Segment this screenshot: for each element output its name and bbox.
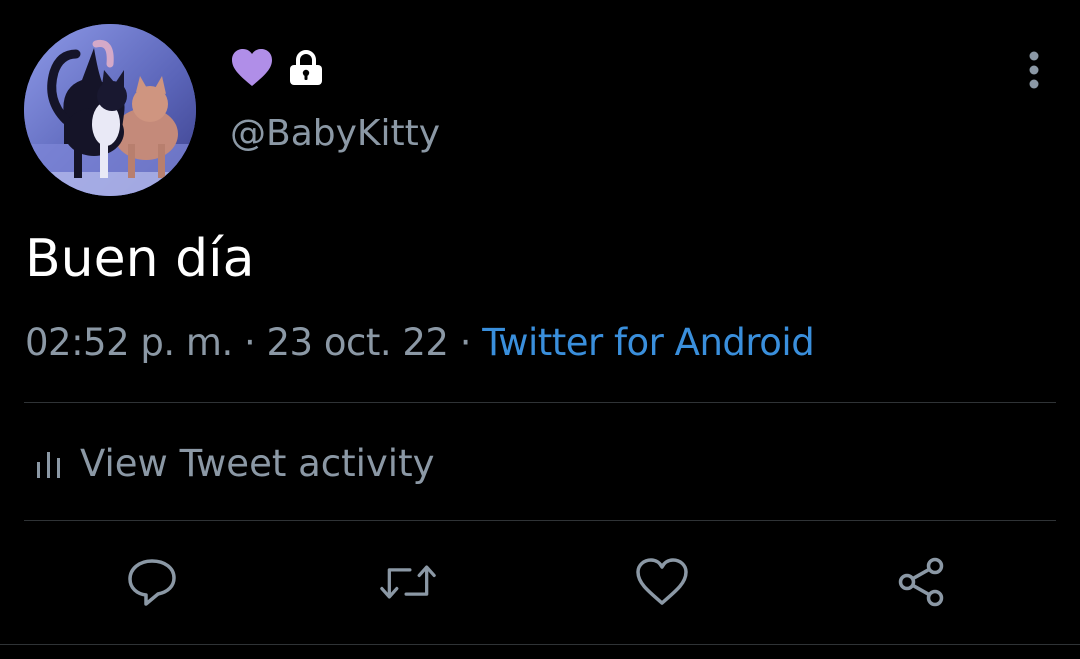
tweet-date: 23 oct. 22	[266, 321, 449, 364]
avatar[interactable]	[24, 24, 196, 196]
divider	[24, 520, 1056, 521]
tweet-text: Buen día	[25, 229, 255, 289]
reply-icon	[128, 559, 176, 606]
share-button[interactable]	[893, 554, 949, 610]
purple-heart-icon	[230, 48, 274, 92]
divider	[24, 402, 1056, 403]
retweet-button[interactable]	[380, 554, 436, 610]
share-icon	[898, 557, 944, 607]
more-options-button[interactable]	[1014, 50, 1054, 90]
more-vertical-icon	[1029, 51, 1039, 89]
view-tweet-activity-button[interactable]: View Tweet activity	[36, 436, 434, 490]
heart-outline-icon	[636, 558, 688, 605]
divider	[0, 644, 1080, 645]
retweet-icon	[380, 565, 436, 599]
tweet-source-link[interactable]: Twitter for Android	[482, 321, 814, 364]
profile-badges	[230, 48, 324, 92]
cats-photo-avatar	[24, 24, 196, 196]
reply-button[interactable]	[124, 554, 180, 610]
lock-icon	[288, 50, 324, 90]
meta-separator: ·	[243, 321, 256, 364]
meta-separator: ·	[459, 321, 472, 364]
activity-label: View Tweet activity	[80, 441, 435, 485]
bar-chart-icon	[37, 452, 60, 478]
tweet-meta: 02:52 p. m. · 23 oct. 22 · Twitter for A…	[25, 318, 815, 368]
tweet-time: 02:52 p. m.	[25, 321, 233, 364]
like-button[interactable]	[634, 554, 690, 610]
user-handle[interactable]: @BabyKitty	[230, 112, 440, 156]
